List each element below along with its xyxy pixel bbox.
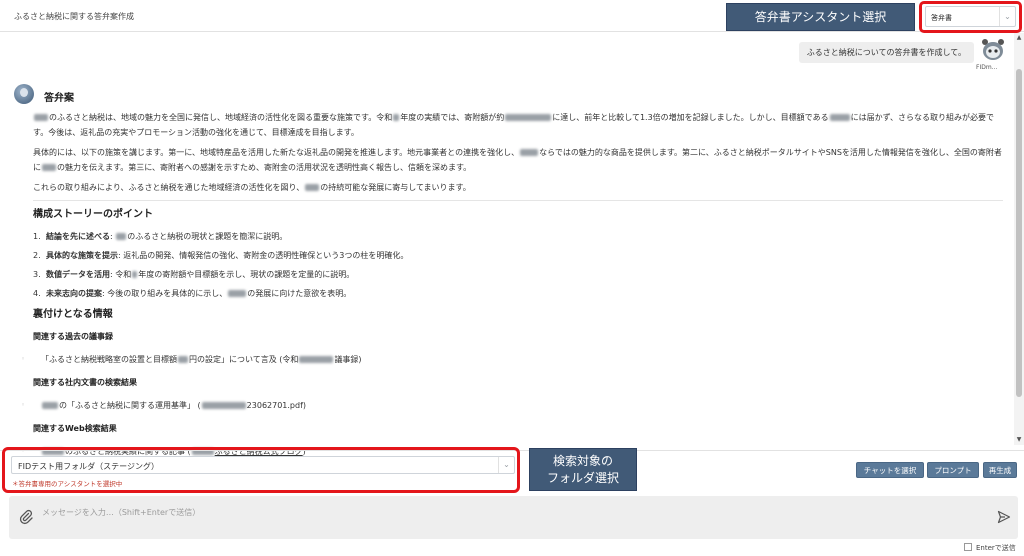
scroll-down-arrow[interactable]: ▼ — [1014, 435, 1024, 445]
ref-text: 「ふるさと納税戦略室の設置と目標額 — [41, 355, 177, 364]
docs-list: ◦ の「ふるさと納税に関する運用基準」 ( 23062701.pdf) — [21, 398, 1003, 413]
assistant-select-callout: 答弁書アシスタント選択 — [726, 3, 915, 31]
redacted-text — [299, 356, 334, 363]
redacted-text — [505, 114, 552, 121]
message-input-placeholder: メッセージを入力…（Shift+Enterで送信） — [42, 508, 201, 517]
para1-text-a: のふるさと納税は、地域の魅力を全国に発信し、地域経済の活性化を図る重要な施策です… — [49, 113, 393, 122]
folder-select[interactable]: FIDテスト用フォルダ（ステージング） ⌄ — [11, 456, 515, 474]
para3-text-a: これらの取り組みにより、ふるさと納税を通じた地域経済の活性化を図り、 — [33, 183, 305, 192]
story-heading: 構成ストーリーのポイント — [33, 209, 153, 220]
select-chat-button[interactable]: チャットを選択 — [856, 462, 924, 478]
list-item-title: 結論を先に述べる — [46, 232, 110, 241]
page-title: ふるさと納税に関する答弁案作成 — [14, 12, 134, 21]
list-item-text: の発展に向けた意欲を表明。 — [247, 289, 352, 298]
answer-content: のふるさと納税は、地域の魅力を全国に発信し、地域経済の活性化を図る重要な施策です… — [21, 110, 1003, 467]
answer-paragraph-2: 具体的には、以下の施策を講じます。第一に、地域特産品を活用した新たな返礼品の開発… — [33, 145, 1003, 175]
redacted-text — [34, 114, 48, 121]
list-item-title: 具体的な施策を提示 — [46, 251, 118, 260]
list-item-text: 年度の寄附額や目標額を示し、現状の課題を定量的に説明。 — [138, 270, 355, 279]
para3-text-b: の持続可能な発展に寄与してまいります。 — [320, 183, 471, 192]
support-heading: 裏付けとなる情報 — [33, 309, 113, 320]
list-item-title: 数値データを活用 — [46, 270, 110, 279]
redacted-text — [201, 402, 246, 409]
section-divider — [33, 200, 1003, 201]
list-item: ◦ 「ふるさと納税戦略室の設置と目標額 円の設定」について言及 (令和 議事録) — [21, 352, 1003, 367]
list-item-text: : 今後の取り組みを具体的に示し、 — [102, 289, 228, 298]
folder-callout-line-1: 検索対象の — [552, 454, 613, 469]
robot-avatar-icon — [982, 39, 1004, 60]
redacted-text — [520, 149, 539, 156]
para1-text-c: に達し、前年と比較して1.3倍の増加を記録しました。しかし、目標額である — [552, 113, 829, 122]
web-heading: 関連するWeb検索結果 — [33, 424, 117, 433]
message-input-box[interactable]: メッセージを入力…（Shift+Enterで送信） — [9, 496, 1018, 539]
list-item: 3. 数値データを活用: 令和 年度の寄附額や目標額を示し、現状の課題を定量的に説明… — [33, 267, 1003, 282]
ref-text: の「ふるさと納税に関する運用基準」 ( — [59, 401, 201, 410]
scroll-up-arrow[interactable]: ▲ — [1014, 33, 1024, 43]
ref-text: 23062701.pdf) — [246, 401, 307, 410]
assistant-select-value: 答弁書 — [931, 14, 952, 22]
folder-select-value: FIDテスト用フォルダ（ステージング） — [18, 462, 159, 471]
redacted-text — [42, 164, 56, 171]
list-item-text: : 返礼品の開発、情報発信の強化、寄附金の透明性確保という3つの柱を明確化。 — [118, 251, 409, 260]
list-item-text: のふるさと納税の現状と課題を簡潔に説明。 — [127, 232, 288, 241]
bullet-icon: ◦ — [21, 401, 26, 409]
enter-to-send-label: Enterで送信 — [976, 544, 1016, 552]
bot-name: 答弁案 — [44, 93, 74, 104]
folder-hint: ＊答弁書専用のアシスタントを選択中 — [12, 480, 123, 488]
enter-to-send-checkbox[interactable] — [964, 543, 972, 551]
chevron-down-icon[interactable]: ⌄ — [999, 7, 1015, 26]
folder-callout-line-2: フォルダ選択 — [546, 470, 619, 485]
list-item-text: : 令和 — [110, 270, 132, 279]
list-item: 4. 未来志向の提案: 今後の取り組みを具体的に示し、 の発展に向けた意欲を表明。 — [33, 286, 1003, 301]
list-item: 1. 結論を先に述べる: のふるさと納税の現状と課題を簡潔に説明。 — [33, 229, 1003, 244]
paperclip-icon[interactable] — [19, 509, 33, 525]
story-points-list: 1. 結論を先に述べる: のふるさと納税の現状と課題を簡潔に説明。 2. 具体的な施… — [33, 229, 1003, 301]
list-number: 2. — [33, 251, 41, 260]
redacted-text — [178, 356, 188, 363]
redacted-text — [228, 290, 247, 297]
ref-text: 議事録) — [334, 355, 362, 364]
redacted-text — [42, 402, 58, 409]
minutes-heading: 関連する過去の議事録 — [33, 332, 113, 341]
list-item: ◦ の「ふるさと納税に関する運用基準」 ( 23062701.pdf) — [21, 398, 1003, 413]
send-icon[interactable] — [997, 510, 1011, 524]
para1-text-b: 年度の実績では、寄附額が約 — [400, 113, 505, 122]
ref-text: 円の設定」について言及 (令和 — [189, 355, 299, 364]
docs-heading: 関連する社内文書の検索結果 — [33, 378, 137, 387]
chevron-down-icon[interactable]: ⌄ — [498, 457, 514, 473]
answer-paragraph-1: のふるさと納税は、地域の魅力を全国に発信し、地域経済の活性化を図る重要な施策です… — [33, 110, 1003, 140]
user-message-bubble: ふるさと納税についての答弁書を作成して。 — [798, 42, 974, 63]
answer-paragraph-3: これらの取り組みにより、ふるさと納税を通じた地域経済の活性化を図り、 の持続可能な… — [33, 180, 1003, 195]
list-item: 2. 具体的な施策を提示: 返礼品の開発、情報発信の強化、寄附金の透明性確保という… — [33, 248, 1003, 263]
para2-text-c: の魅力を伝えます。第三に、寄附者への感謝を示すため、寄附金の活用状況を透明性高く… — [57, 163, 472, 172]
redacted-text — [116, 233, 127, 240]
minutes-list: ◦ 「ふるさと納税戦略室の設置と目標額 円の設定」について言及 (令和 議事録) — [21, 352, 1003, 367]
redacted-text — [132, 271, 138, 278]
list-number: 1. — [33, 232, 41, 241]
chat-scrollbar[interactable]: ▲ ▼ — [1014, 33, 1024, 445]
list-item-title: 未来志向の提案 — [46, 289, 102, 298]
list-number: 4. — [33, 289, 41, 298]
redacted-text — [829, 114, 850, 121]
folder-select-callout: 検索対象の フォルダ選択 — [529, 448, 637, 491]
prompt-button[interactable]: プロンプト — [927, 462, 979, 478]
list-number: 3. — [33, 270, 41, 279]
para2-text-a: 具体的には、以下の施策を講じます。第一に、地域特産品を活用した新たな返礼品の開発… — [33, 148, 520, 157]
redacted-text — [393, 114, 400, 121]
user-name: FIDm... — [976, 64, 998, 71]
scroll-thumb[interactable] — [1016, 69, 1022, 397]
regenerate-button[interactable]: 再生成 — [983, 462, 1017, 478]
assistant-select[interactable]: 答弁書 ⌄ — [925, 6, 1016, 27]
bot-avatar-icon — [14, 84, 34, 104]
list-item-text: : — [110, 232, 116, 241]
redacted-text — [305, 184, 320, 191]
bullet-icon: ◦ — [21, 355, 26, 363]
